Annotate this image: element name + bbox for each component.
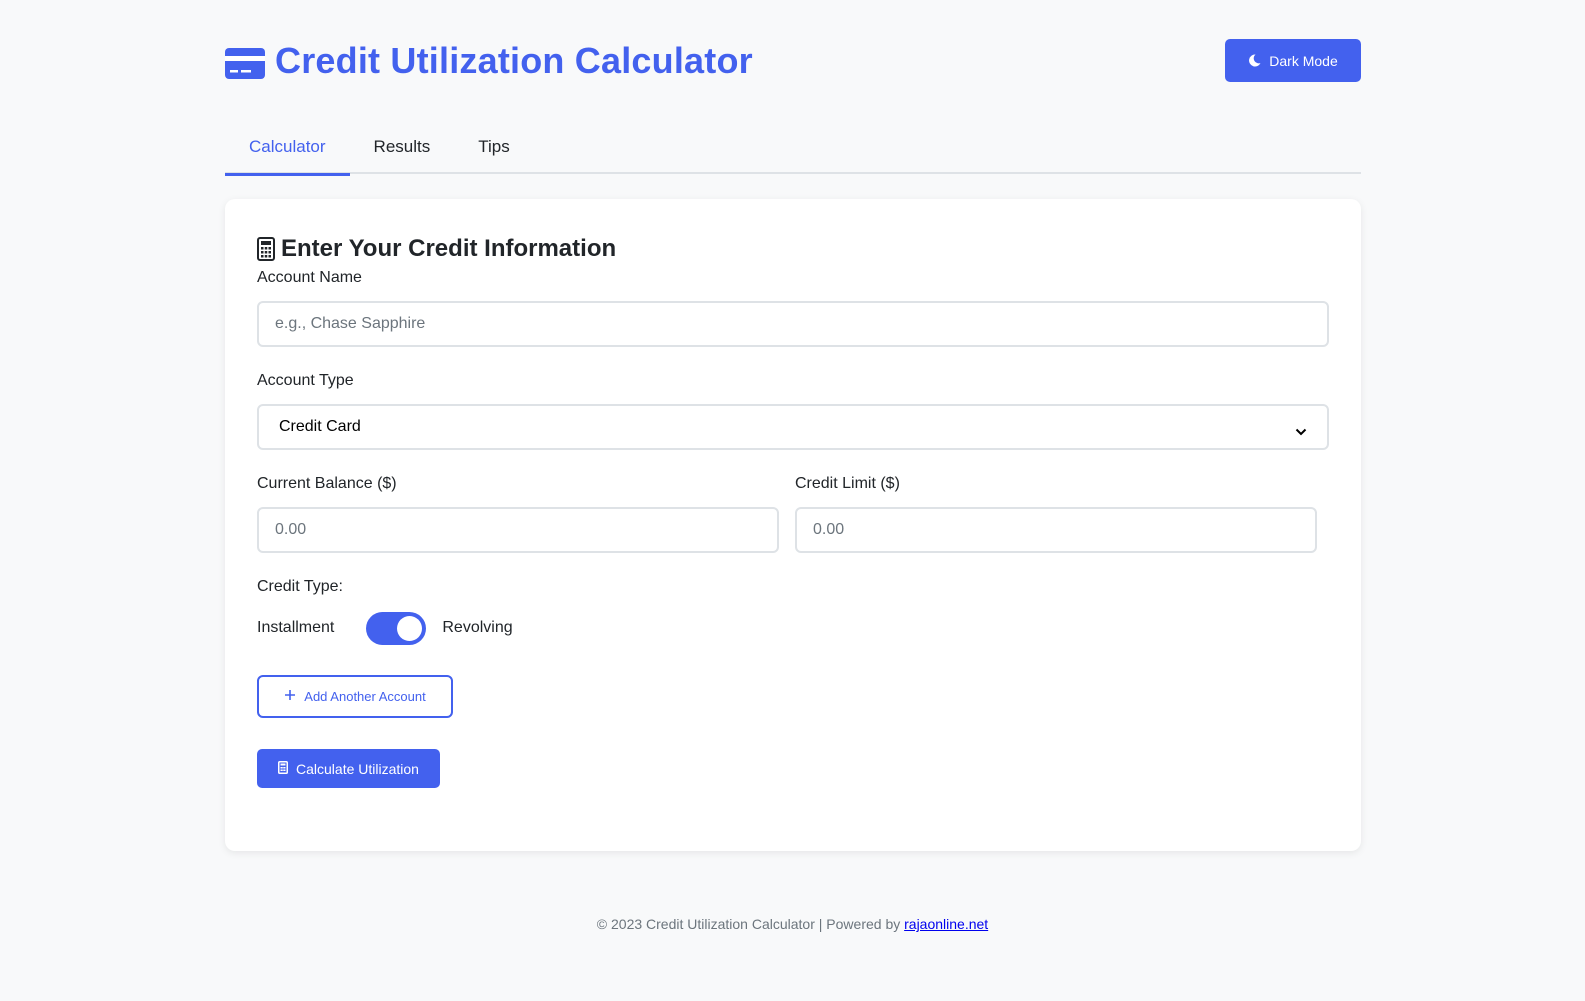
calculate-label: Calculate Utilization: [296, 760, 419, 777]
tab-calculator[interactable]: Calculator: [225, 120, 350, 176]
credit-limit-label: Credit Limit ($): [795, 475, 900, 492]
revolving-label: Revolving: [442, 619, 513, 636]
app-title-text: Credit Utilization Calculator: [275, 40, 753, 81]
tab-results[interactable]: Results: [350, 120, 455, 174]
dark-mode-label: Dark Mode: [1269, 52, 1338, 69]
plus-icon: [284, 689, 296, 704]
footer-text: © 2023 Credit Utilization Calculator | P…: [596, 916, 905, 932]
add-account-label: Add Another Account: [304, 689, 426, 704]
credit-card-icon: [225, 46, 265, 79]
current-balance-label: Current Balance ($): [257, 475, 397, 492]
current-balance-input[interactable]: [257, 507, 779, 553]
header: Credit Utilization Calculator Dark Mode: [225, 0, 1361, 120]
calculator-icon: [257, 237, 275, 261]
moon-icon: [1248, 54, 1261, 67]
account-name-label: Account Name: [257, 269, 362, 286]
section-title: Enter Your Credit Information: [257, 235, 616, 263]
credit-form-card: Enter Your Credit Information Account Na…: [225, 199, 1361, 851]
tab-bar: Calculator Results Tips: [225, 120, 1361, 176]
credit-limit-input[interactable]: [795, 507, 1317, 553]
credit-type-switch[interactable]: [366, 611, 427, 645]
footer: © 2023 Credit Utilization Calculator | P…: [0, 916, 1585, 932]
app-title: Credit Utilization Calculator: [225, 38, 753, 84]
account-type-label: Account Type: [257, 372, 354, 389]
account-name-input[interactable]: [257, 301, 1329, 347]
footer-link[interactable]: rajaonline.net: [904, 916, 988, 932]
switch-knob: [397, 615, 423, 641]
tab-tips[interactable]: Tips: [454, 120, 534, 174]
dark-mode-button[interactable]: Dark Mode: [1225, 39, 1361, 82]
section-title-text: Enter Your Credit Information: [281, 235, 617, 262]
credit-type-label: Credit Type:: [257, 578, 343, 595]
add-account-button[interactable]: Add Another Account: [257, 675, 453, 718]
installment-label: Installment: [257, 619, 335, 636]
account-type-value: Credit Card: [279, 418, 361, 435]
account-type-select[interactable]: Credit Card: [257, 404, 1329, 450]
credit-type-toggle-row: Installment Revolving: [257, 611, 513, 645]
calculator-icon: [278, 760, 289, 777]
app-container: Credit Utilization Calculator Dark Mode …: [225, 0, 1361, 851]
chevron-down-icon: [1295, 423, 1307, 436]
calculate-button[interactable]: Calculate Utilization: [257, 749, 440, 788]
